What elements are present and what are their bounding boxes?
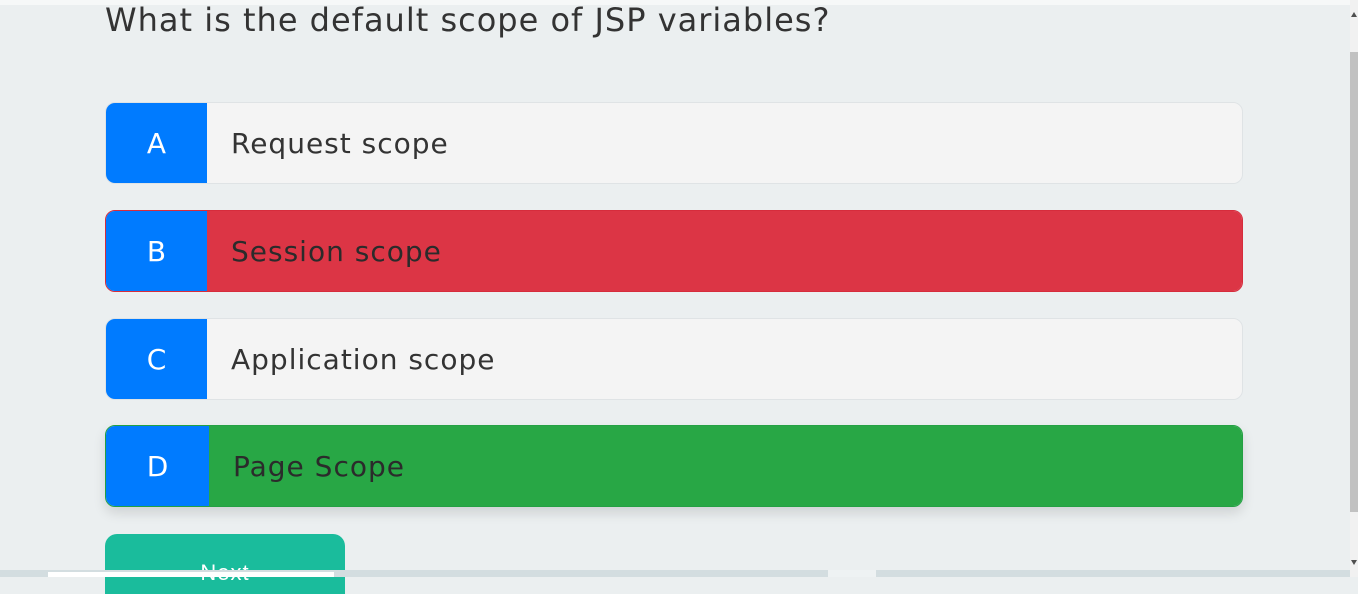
option-a[interactable]: A Request scope [105,102,1243,184]
option-c[interactable]: C Application scope [105,318,1243,400]
bottom-taskbar-strip [0,570,1358,577]
option-b-letter: B [106,211,207,291]
option-a-text: Request scope [207,103,1242,183]
option-d-text: Page Scope [209,426,1242,506]
scroll-down-arrow-icon[interactable] [1351,560,1357,565]
scroll-up-arrow-icon[interactable] [1351,12,1357,17]
question-text: What is the default scope of JSP variabl… [105,1,831,39]
bottom-strip-segment [48,572,334,577]
option-c-text: Application scope [207,319,1242,399]
option-a-letter: A [106,103,207,183]
scrollbar-thumb[interactable] [1350,52,1358,512]
vertical-scrollbar[interactable] [1350,0,1358,577]
option-c-letter: C [106,319,207,399]
bottom-strip-segment-light [828,570,876,577]
option-b[interactable]: B Session scope [105,210,1243,292]
option-d-letter: D [106,426,209,506]
option-b-text: Session scope [207,211,1242,291]
option-d[interactable]: D Page Scope [105,425,1243,507]
next-button[interactable]: Next [105,534,345,594]
